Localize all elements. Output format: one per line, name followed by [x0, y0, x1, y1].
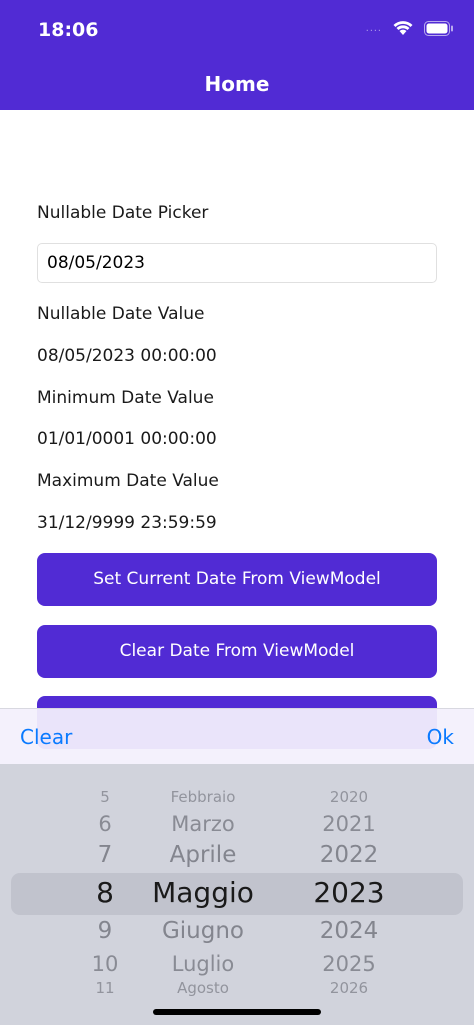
status-time: 18:06 — [38, 19, 99, 41]
picker-clear-button[interactable]: Clear — [20, 725, 72, 749]
picker-month-option[interactable]: Luglio — [128, 952, 278, 976]
picker-year-option[interactable]: 2020 — [290, 788, 408, 806]
cellular-signal-icon: .... — [365, 22, 382, 34]
picker-year-option-selected[interactable]: 2023 — [290, 876, 408, 909]
picker-year-option[interactable]: 2025 — [290, 952, 408, 976]
status-icons: .... — [366, 20, 454, 36]
wifi-icon — [393, 21, 413, 35]
picker-month-option[interactable]: Marzo — [128, 812, 278, 836]
nullable-date-value-label: Nullable Date Value — [37, 304, 205, 324]
page-title: Home — [204, 72, 270, 96]
picker-year-option[interactable]: 2024 — [290, 918, 408, 944]
picker-month-option[interactable]: Febbraio — [128, 788, 278, 806]
maximum-date-value-label: Maximum Date Value — [37, 471, 219, 491]
minimum-date-value-label: Minimum Date Value — [37, 388, 214, 408]
clear-date-button[interactable]: Clear Date From ViewModel — [37, 625, 437, 678]
nullable-date-value: 08/05/2023 00:00:00 — [37, 346, 217, 366]
picker-ok-button[interactable]: Ok — [427, 725, 454, 749]
picker-year-option[interactable]: 2022 — [290, 842, 408, 868]
picker-month-option[interactable]: Aprile — [128, 842, 278, 868]
nullable-date-picker-label: Nullable Date Picker — [37, 203, 209, 223]
nullable-date-picker-field[interactable]: 08/05/2023 — [37, 243, 437, 283]
picker-year-option[interactable]: 2021 — [290, 812, 408, 836]
home-indicator — [153, 1009, 321, 1015]
app-header: 18:06 .... Home — [0, 0, 474, 110]
picker-year-option[interactable]: 2026 — [290, 979, 408, 997]
minimum-date-value: 01/01/0001 00:00:00 — [37, 429, 217, 449]
maximum-date-value: 31/12/9999 23:59:59 — [37, 513, 217, 533]
picker-month-option[interactable]: Agosto — [128, 979, 278, 997]
picker-toolbar: Clear Ok — [0, 708, 474, 765]
picker-month-option[interactable]: Giugno — [128, 918, 278, 944]
picker-month-option-selected[interactable]: Maggio — [128, 876, 278, 909]
battery-icon — [424, 20, 453, 36]
set-current-date-button[interactable]: Set Current Date From ViewModel — [37, 553, 437, 606]
date-picker-wheel[interactable]: 5 6 7 8 9 10 11 Febbraio Marzo Aprile Maggio Giugno… — [0, 764, 474, 1025]
